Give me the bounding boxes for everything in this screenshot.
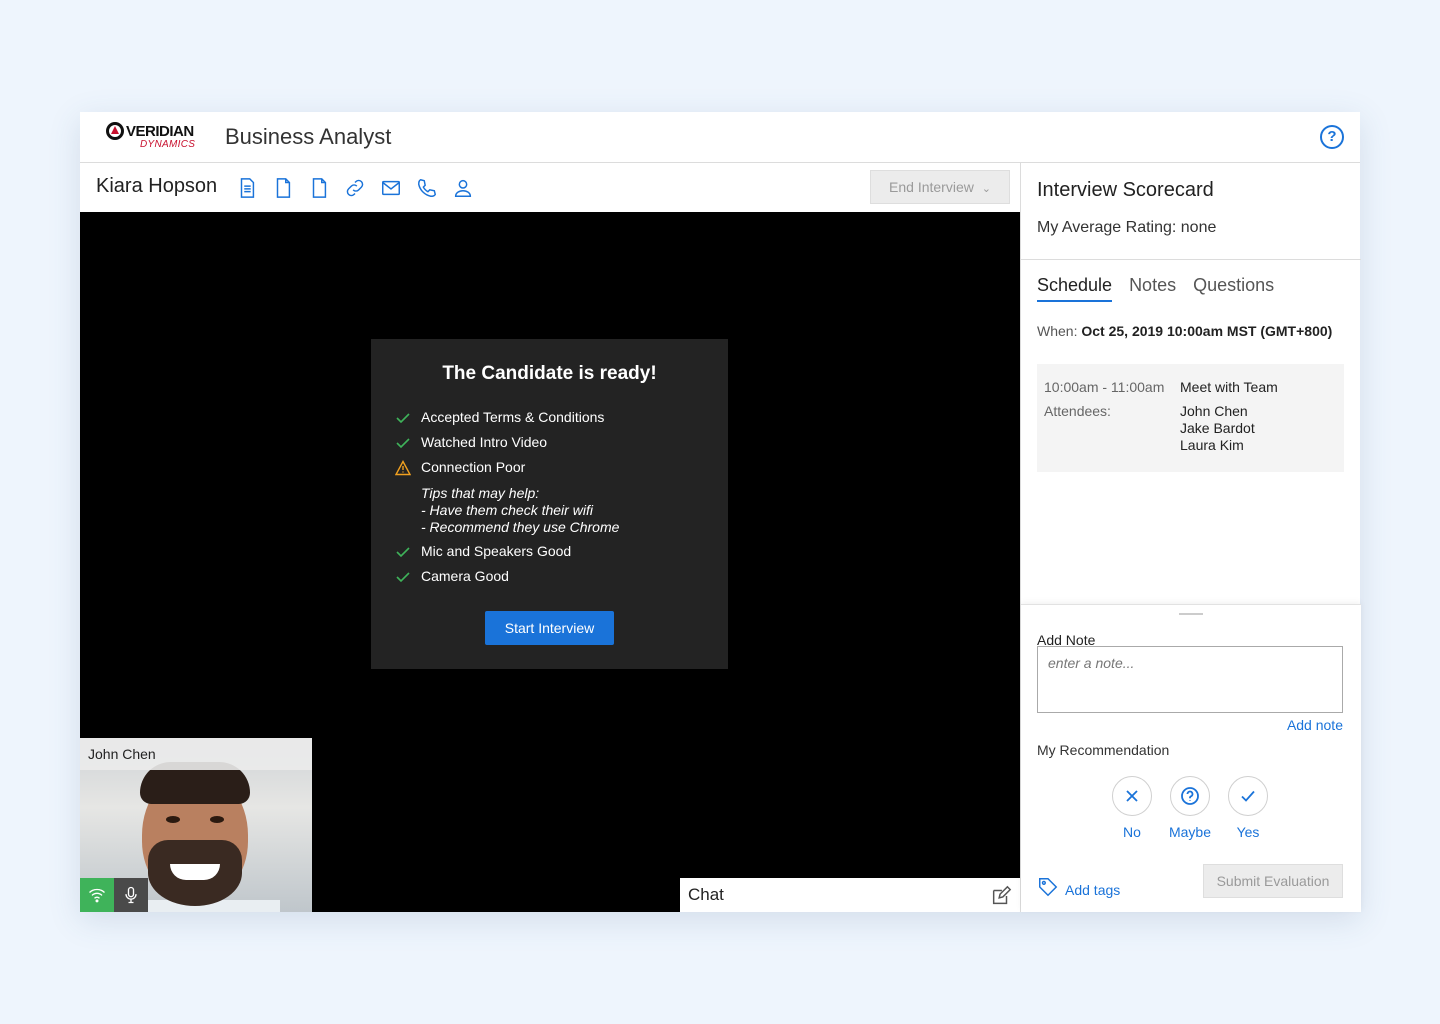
- end-interview-label: End Interview: [889, 179, 974, 195]
- video-stage: The Candidate is ready! Accepted Terms &…: [80, 212, 1020, 912]
- resume-icon[interactable]: [234, 176, 260, 200]
- check-label: Mic and Speakers Good: [421, 543, 572, 559]
- tab-notes[interactable]: Notes: [1129, 275, 1176, 302]
- attendee-name: Jake Bardot: [1180, 420, 1255, 436]
- evaluation-panel: Add Note Add note My Recommendation No M…: [1021, 604, 1361, 912]
- add-note-link[interactable]: Add note: [1287, 717, 1343, 733]
- check-label: Accepted Terms & Conditions: [421, 409, 605, 425]
- attendee-list: John Chen Jake Bardot Laura Kim: [1180, 403, 1255, 454]
- check-icon: [395, 568, 421, 586]
- recommendation-label: My Recommendation: [1037, 742, 1170, 758]
- check-label: Watched Intro Video: [421, 434, 548, 450]
- phone-icon[interactable]: [414, 176, 440, 200]
- wifi-icon[interactable]: [80, 878, 114, 912]
- interview-pane: Kiara Hopson End Interview ⌄ The Candida…: [80, 163, 1020, 912]
- tips-heading: Tips that may help:: [421, 485, 540, 501]
- link-icon[interactable]: [342, 176, 368, 200]
- add-tags-button[interactable]: Add tags: [1037, 876, 1120, 903]
- candidate-ready-card: The Candidate is ready! Accepted Terms &…: [371, 339, 728, 669]
- check-item: Mic and Speakers Good: [395, 543, 715, 568]
- recommend-label: No: [1123, 824, 1141, 840]
- scorecard-title: Interview Scorecard: [1037, 179, 1214, 201]
- check-label: Camera Good: [421, 568, 509, 584]
- tab-questions[interactable]: Questions: [1193, 275, 1274, 302]
- recommend-no-button[interactable]: No: [1102, 776, 1162, 840]
- recommend-yes-button[interactable]: Yes: [1218, 776, 1278, 840]
- logo-brand-sub: DYNAMICS: [140, 139, 196, 150]
- average-rating: My Average Rating: none: [1037, 219, 1217, 236]
- logo-mark-icon: [106, 122, 124, 140]
- document-icon[interactable]: [306, 176, 332, 200]
- check-item: Watched Intro Video: [395, 434, 715, 459]
- recommend-label: Maybe: [1168, 824, 1212, 840]
- document-icon[interactable]: [270, 176, 296, 200]
- chat-bar[interactable]: Chat: [680, 878, 1020, 912]
- question-icon: [1170, 776, 1210, 816]
- tag-icon: [1037, 876, 1059, 903]
- interview-app: VERIDIAN DYNAMICS Business Analyst ? Kia…: [80, 112, 1361, 912]
- attendee-name: John Chen: [1180, 403, 1248, 419]
- email-icon[interactable]: [378, 176, 404, 200]
- tip-line: - Have them check their wifi: [421, 502, 593, 518]
- schedule-block: 10:00am - 11:00am Meet with Team Attende…: [1037, 364, 1344, 472]
- submit-evaluation-button[interactable]: Submit Evaluation: [1203, 864, 1343, 898]
- check-item: Accepted Terms & Conditions: [395, 409, 715, 434]
- company-logo: VERIDIAN DYNAMICS: [106, 122, 206, 152]
- tab-schedule[interactable]: Schedule: [1037, 275, 1113, 302]
- check-icon: [395, 543, 421, 561]
- note-input[interactable]: [1037, 646, 1343, 713]
- check-icon: [395, 409, 421, 427]
- attendee-name: Laura Kim: [1180, 437, 1244, 453]
- candidate-bar: Kiara Hopson End Interview ⌄: [80, 163, 1020, 212]
- interview-when: When: Oct 25, 2019 10:00am MST (GMT+800): [1037, 323, 1332, 339]
- chevron-down-icon: ⌄: [981, 183, 991, 195]
- participant-name: John Chen: [80, 738, 312, 770]
- help-circle-icon[interactable]: ?: [1320, 125, 1344, 149]
- schedule-row: 10:00am - 11:00am Meet with Team: [1044, 379, 1344, 395]
- when-value: Oct 25, 2019 10:00am MST (GMT+800): [1081, 323, 1333, 339]
- schedule-event: Meet with Team: [1180, 379, 1278, 395]
- self-video-tile: John Chen: [80, 738, 312, 912]
- top-header: VERIDIAN DYNAMICS Business Analyst ?: [80, 112, 1360, 163]
- check-label: Connection Poor: [421, 459, 526, 475]
- check-icon: [395, 434, 421, 452]
- attendees-row: Attendees: John Chen Jake Bardot Laura K…: [1044, 403, 1344, 454]
- close-icon: [1112, 776, 1152, 816]
- scorecard-tabs: Schedule Notes Questions: [1037, 275, 1274, 302]
- microphone-icon[interactable]: [114, 878, 148, 912]
- divider: [1021, 259, 1361, 260]
- readiness-checklist: Accepted Terms & Conditions Watched Intr…: [395, 409, 715, 593]
- end-interview-button[interactable]: End Interview ⌄: [870, 170, 1010, 204]
- drag-handle[interactable]: [1179, 613, 1203, 615]
- add-tags-label: Add tags: [1065, 881, 1121, 898]
- compose-icon[interactable]: [990, 885, 1012, 907]
- start-interview-button[interactable]: Start Interview: [485, 611, 614, 645]
- tip-line: - Recommend they use Chrome: [421, 519, 620, 535]
- participant-photo: [110, 760, 280, 912]
- when-label: When:: [1037, 323, 1078, 339]
- attendees-label: Attendees:: [1044, 403, 1111, 419]
- warning-icon: [395, 459, 421, 477]
- check-item: Connection Poor: [395, 459, 715, 484]
- job-title: Business Analyst: [225, 124, 392, 149]
- recommend-label: Yes: [1236, 824, 1260, 840]
- profile-icon[interactable]: [450, 176, 476, 200]
- connection-tips: Tips that may help: - Have them check th…: [395, 485, 715, 536]
- scorecard-panel: Interview Scorecard My Average Rating: n…: [1020, 163, 1361, 912]
- logo-brand-name: VERIDIAN: [126, 123, 194, 140]
- check-item: Camera Good: [395, 568, 715, 593]
- candidate-name: Kiara Hopson: [96, 175, 218, 197]
- schedule-time: 10:00am - 11:00am: [1044, 379, 1165, 395]
- chat-label: Chat: [688, 885, 724, 904]
- checkmark-icon: [1228, 776, 1268, 816]
- recommend-maybe-button[interactable]: Maybe: [1160, 776, 1220, 840]
- candidate-actions: [234, 176, 476, 200]
- ready-title: The Candidate is ready!: [442, 363, 657, 384]
